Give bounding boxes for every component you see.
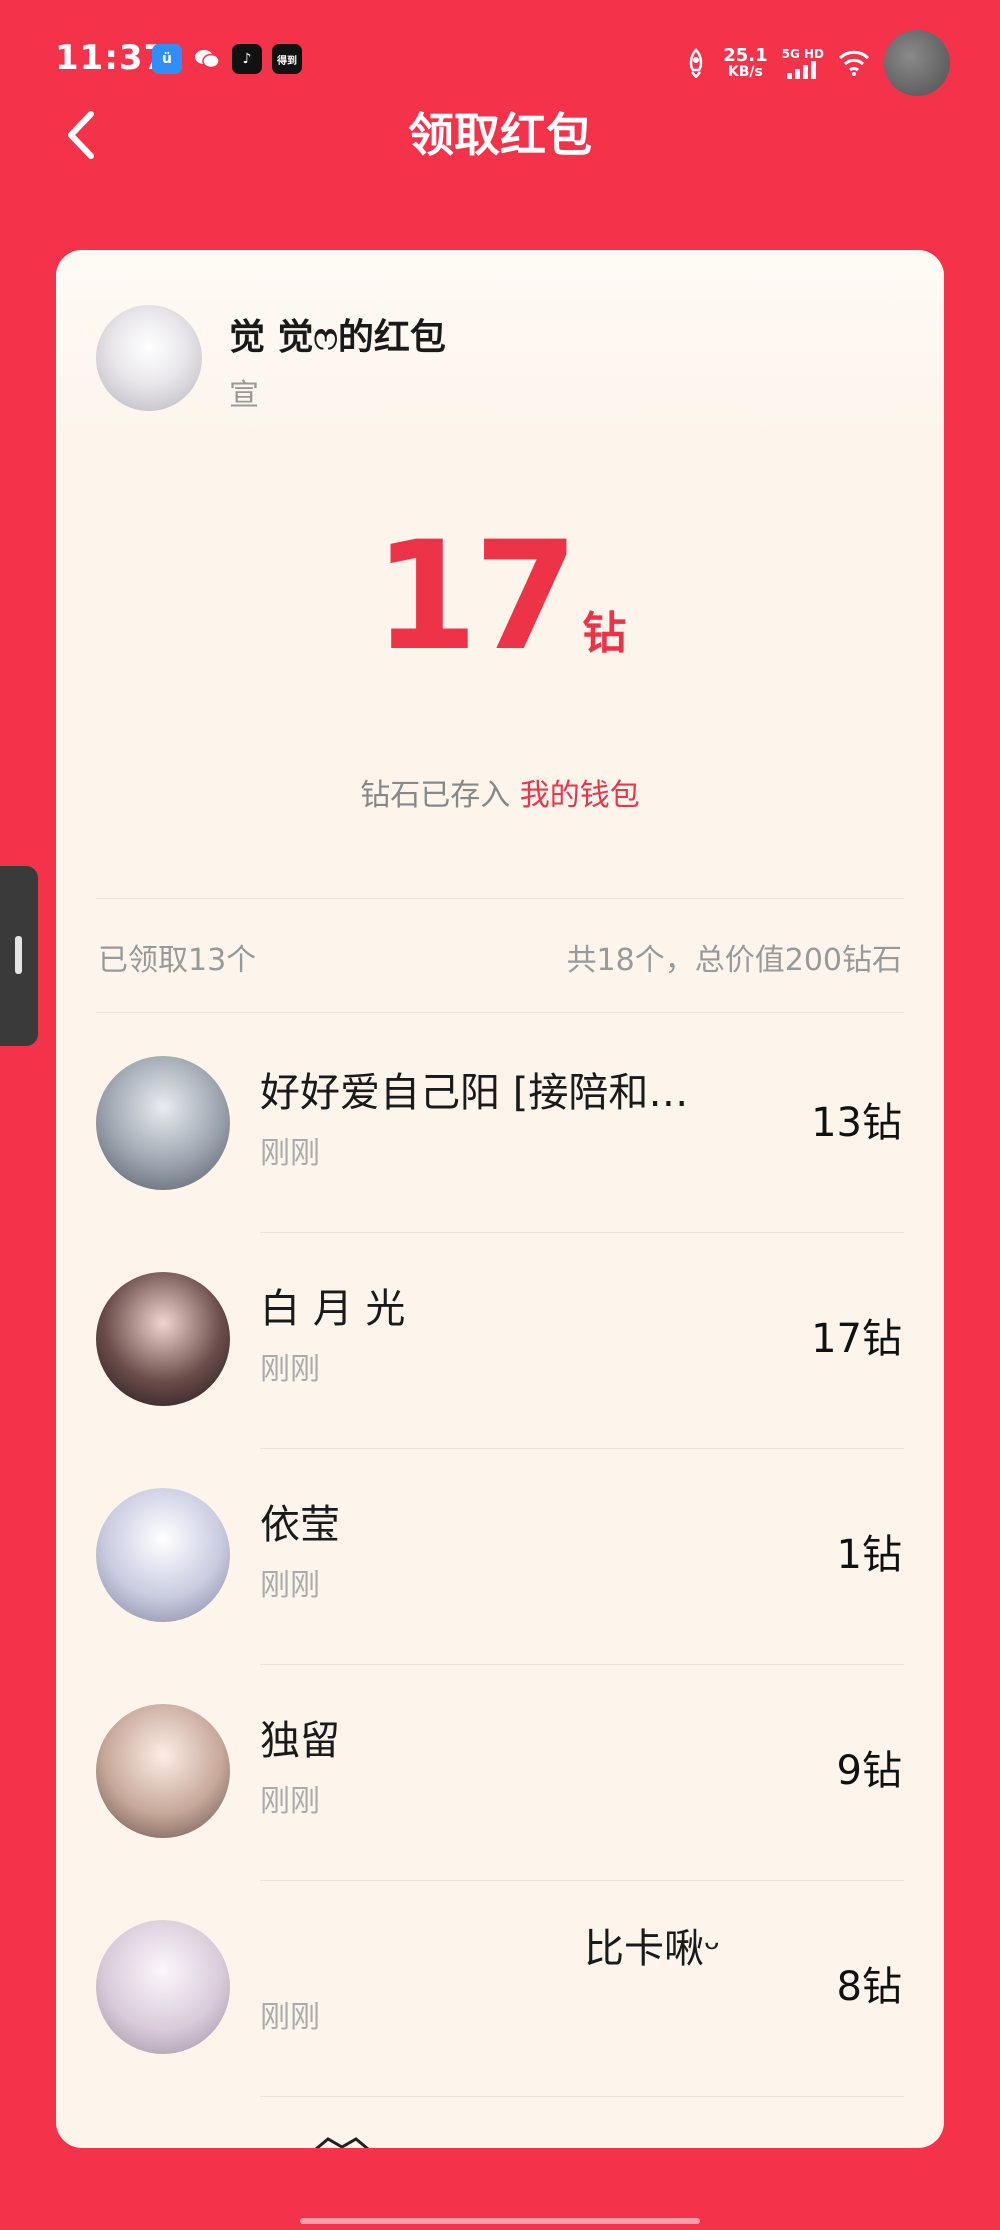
red-packet-card: 觉 觉ෆ的红包 宣 17 钻 钻石已存入 我的钱包 已领取13个 共18个，总价值… [56, 250, 944, 2148]
receiver-amount: 1钻 [836, 1532, 902, 1578]
receiver-name: 比卡啾ᵕ [584, 1926, 721, 1972]
news-app-icon: 得到 [272, 44, 302, 74]
amount-unit: 钻 [582, 608, 627, 659]
receiver-avatar[interactable] [96, 1056, 230, 1190]
receiver-time: 刚刚 [260, 1352, 320, 1387]
received-amount: 17 钻 [56, 510, 944, 684]
wallet-notice-text: 钻石已存入 [360, 778, 520, 813]
side-drawer-handle[interactable] [0, 866, 38, 1046]
receiver-row[interactable]: 比卡啾ᵕ 刚刚 8钻 [56, 1880, 944, 2096]
receiver-avatar[interactable] [96, 1488, 230, 1622]
smile-app-icon: ü [152, 44, 182, 74]
tiktok-icon: ♪ [232, 44, 262, 74]
page-title: 领取红包 [408, 108, 592, 162]
claimed-count: 已领取13个 [98, 943, 257, 978]
divider [260, 2096, 904, 2097]
receiver-name: 依莹 [260, 1502, 340, 1548]
floating-avatar[interactable] [884, 30, 950, 96]
receiver-time: 刚刚 [260, 1568, 320, 1603]
receiver-name: 好好爱自己阳 [接陪和… [260, 1070, 689, 1116]
signal-label: 5G HD [781, 47, 824, 61]
wallet-notice: 钻石已存入 我的钱包 [56, 770, 944, 814]
receiver-time: 刚刚 [260, 2000, 320, 2035]
sender-avatar[interactable] [96, 305, 202, 411]
home-indicator[interactable] [300, 2218, 700, 2224]
receiver-row[interactable]: 好好爱自己阳 [接陪和… 刚刚 13钻 [56, 1016, 944, 1232]
wifi-icon [838, 50, 870, 76]
net-speed-value: 25.1 [723, 45, 768, 66]
divider [96, 898, 904, 899]
receiver-name: 独留 [260, 1718, 340, 1764]
receiver-time: 刚刚 [260, 1784, 320, 1819]
receiver-avatar[interactable] [96, 1704, 230, 1838]
sender-title: 觉 觉ෆ的红包 [229, 317, 446, 358]
wechat-icon [192, 44, 222, 74]
nav-bar: 领取红包 [0, 95, 1000, 175]
amount-value: 17 [373, 510, 579, 684]
net-speed: 25.1 KB/s [723, 45, 768, 80]
divider [96, 1012, 904, 1013]
receiver-avatar[interactable] [96, 1920, 230, 2054]
crown-icon [315, 2137, 369, 2148]
receiver-amount: 9钻 [836, 1748, 902, 1794]
receiver-row[interactable]: 白 月 光 刚刚 17钻 [56, 1232, 944, 1448]
status-app-icons: ü ♪ 得到 [152, 44, 302, 74]
net-speed-unit: KB/s [727, 64, 763, 80]
receiver-time: 刚刚 [260, 1136, 320, 1171]
receiver-name: 白 月 光 [260, 1286, 406, 1332]
drawer-grip-icon [15, 936, 22, 974]
sender-message: 宣 [229, 378, 259, 413]
total-summary: 共18个，总价值200钻石 [566, 943, 902, 978]
receiver-row[interactable]: 独留 刚刚 9钻 [56, 1664, 944, 1880]
receiver-avatar[interactable] [96, 1272, 230, 1406]
my-wallet-link[interactable]: 我的钱包 [520, 778, 640, 813]
status-indicators: 25.1 KB/s 5G HD [683, 30, 950, 96]
card-header: 觉 觉ෆ的红包 宣 [56, 250, 944, 440]
receiver-amount: 17钻 [811, 1316, 902, 1362]
rocket-icon [689, 48, 703, 78]
signal-icon [786, 61, 816, 79]
receiver-row[interactable]: 依莹 刚刚 1钻 [56, 1448, 944, 1664]
receiver-amount: 13钻 [811, 1100, 902, 1146]
receiver-amount: 8钻 [836, 1964, 902, 2010]
